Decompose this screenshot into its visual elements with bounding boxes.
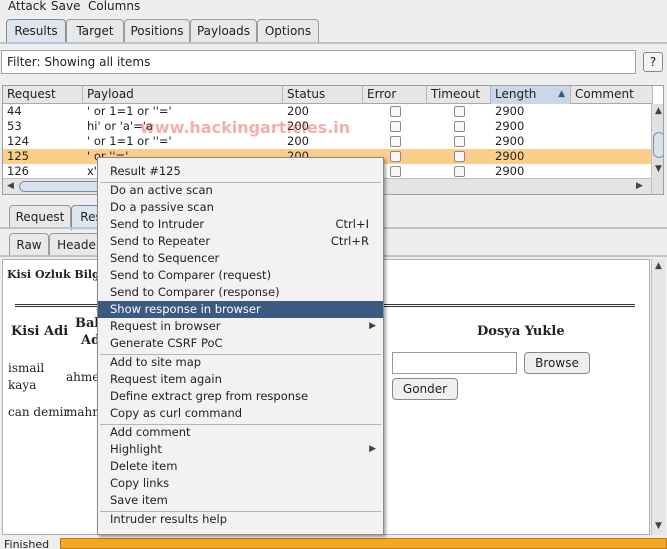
error-checkbox: [390, 166, 401, 177]
menu-item-extract-grep[interactable]: Define extract grep from response: [98, 388, 383, 405]
tab-divider: [0, 42, 667, 44]
cell-request: 53: [7, 119, 22, 133]
submenu-arrow-icon: ▶: [369, 444, 376, 454]
tab-raw[interactable]: Raw: [9, 233, 49, 256]
cell-request: 125: [7, 149, 29, 163]
timeout-checkbox: [454, 121, 465, 132]
menu-item-comparer-response[interactable]: Send to Comparer (response): [98, 284, 383, 301]
cell-length: 2900: [495, 149, 525, 163]
col-length-label: Length: [495, 87, 537, 101]
menu-item-label: Send to Intruder: [110, 217, 205, 231]
menu-item-add-comment[interactable]: Add comment: [98, 424, 383, 441]
scroll-up-icon[interactable]: ▲: [655, 106, 662, 116]
menu-attack[interactable]: Attack: [8, 0, 46, 13]
menu-item-label: Request in browser: [110, 319, 221, 333]
response-vertical-scrollbar[interactable]: ▲ ▼: [651, 259, 665, 535]
error-checkbox: [390, 151, 401, 162]
status-text: Finished: [4, 538, 50, 549]
cell-payload: ' or 1=1 or ''=': [87, 104, 172, 118]
col-timeout[interactable]: Timeout: [427, 86, 491, 104]
menu-item-send-repeater[interactable]: Send to Repeater Ctrl+R: [98, 233, 383, 250]
menu-item-active-scan[interactable]: Do an active scan: [98, 182, 383, 199]
col-comment[interactable]: Comment: [571, 86, 653, 104]
menu-item-label: Highlight: [110, 442, 162, 456]
scroll-right-icon[interactable]: ▶: [636, 181, 643, 191]
menu-item-save[interactable]: Save item: [98, 492, 383, 509]
cell-length: 2900: [495, 134, 525, 148]
menu-item-result-title: Result #125: [110, 164, 181, 178]
help-button[interactable]: ?: [643, 52, 663, 72]
render-row2-name: can demir: [8, 405, 70, 419]
cell-length: 2900: [495, 119, 525, 133]
sort-ascending-icon: ▲: [558, 89, 565, 99]
timeout-checkbox: [454, 151, 465, 162]
scroll-up-icon[interactable]: ▲: [655, 261, 662, 271]
cell-length: 2900: [495, 104, 525, 118]
render-row1-name-b: kaya: [8, 378, 37, 392]
timeout-checkbox: [454, 106, 465, 117]
render-col-name: Kisi Adi: [11, 324, 69, 339]
error-checkbox: [390, 121, 401, 132]
submit-button[interactable]: Gonder: [392, 378, 458, 400]
vertical-scroll-thumb[interactable]: [653, 132, 663, 158]
table-vertical-scrollbar[interactable]: ▲ ▼: [651, 104, 663, 194]
cell-status: 200: [287, 104, 309, 118]
col-payload[interactable]: Payload: [83, 86, 283, 104]
menu-columns[interactable]: Columns: [88, 0, 140, 13]
error-checkbox: [390, 136, 401, 147]
error-checkbox: [390, 106, 401, 117]
tab-request[interactable]: Request: [9, 205, 71, 228]
cell-request: 124: [7, 134, 29, 148]
scroll-down-icon[interactable]: ▼: [655, 164, 662, 174]
menu-item-send-sequencer[interactable]: Send to Sequencer: [98, 250, 383, 267]
menu-item-comparer-request[interactable]: Send to Comparer (request): [98, 267, 383, 284]
context-menu: Result #125 Do an active scan Do a passi…: [97, 157, 384, 535]
menu-bar: Attack Save Columns: [0, 0, 667, 14]
menu-save[interactable]: Save: [51, 0, 80, 13]
tab-target[interactable]: Target: [66, 19, 124, 42]
col-length[interactable]: Length ▲: [491, 86, 571, 104]
menu-item-request-in-browser[interactable]: Request in browser ▶: [98, 318, 383, 335]
menu-item-show-response-browser[interactable]: Show response in browser: [98, 301, 383, 318]
menu-item-shortcut: Ctrl+R: [330, 234, 369, 248]
cell-request: 44: [7, 104, 22, 118]
menu-item-csrf-poc[interactable]: Generate CSRF PoC: [98, 335, 383, 352]
submenu-arrow-icon: ▶: [369, 321, 376, 331]
tab-options[interactable]: Options: [257, 19, 319, 42]
render-row1-name-a: ismail: [8, 361, 45, 375]
filter-bar[interactable]: Filter: Showing all items: [1, 50, 636, 74]
table-row[interactable]: 44 ' or 1=1 or ''=' 200 2900: [3, 104, 653, 119]
render-col-upload: Dosya Yukle: [477, 324, 565, 339]
tab-positions[interactable]: Positions: [124, 19, 190, 42]
tab-payloads[interactable]: Payloads: [190, 19, 257, 42]
col-error[interactable]: Error: [363, 86, 427, 104]
menu-item-shortcut: Ctrl+I: [335, 217, 370, 231]
watermark-top: www.hackingarticles.in: [140, 118, 351, 137]
menu-item-passive-scan[interactable]: Do a passive scan: [98, 199, 383, 216]
menu-item-add-site-map[interactable]: Add to site map: [98, 354, 383, 371]
menu-item-highlight[interactable]: Highlight ▶: [98, 441, 383, 458]
menu-item-send-intruder[interactable]: Send to Intruder Ctrl+I: [98, 216, 383, 233]
timeout-checkbox: [454, 136, 465, 147]
menu-item-request-again[interactable]: Request item again: [98, 371, 383, 388]
progress-bar: [60, 538, 667, 549]
cell-length: 2900: [495, 164, 525, 178]
menu-item-copy-links[interactable]: Copy links: [98, 475, 383, 492]
table-header: Request Payload Status Error Timeout Len…: [3, 86, 653, 104]
scroll-down-icon[interactable]: ▼: [655, 521, 662, 531]
menu-item-delete[interactable]: Delete item: [98, 458, 383, 475]
file-path-input[interactable]: [392, 352, 517, 374]
menu-item-copy-curl[interactable]: Copy as curl command: [98, 405, 383, 422]
menu-item-help[interactable]: Intruder results help: [98, 511, 383, 528]
menu-item-label: Send to Repeater: [110, 234, 211, 248]
tab-results[interactable]: Results: [6, 19, 66, 44]
scroll-left-icon[interactable]: ◀: [7, 181, 14, 191]
cell-request: 126: [7, 164, 29, 178]
browse-button[interactable]: Browse: [524, 352, 590, 374]
timeout-checkbox: [454, 166, 465, 177]
col-request[interactable]: Request: [3, 86, 83, 104]
col-status[interactable]: Status: [283, 86, 363, 104]
